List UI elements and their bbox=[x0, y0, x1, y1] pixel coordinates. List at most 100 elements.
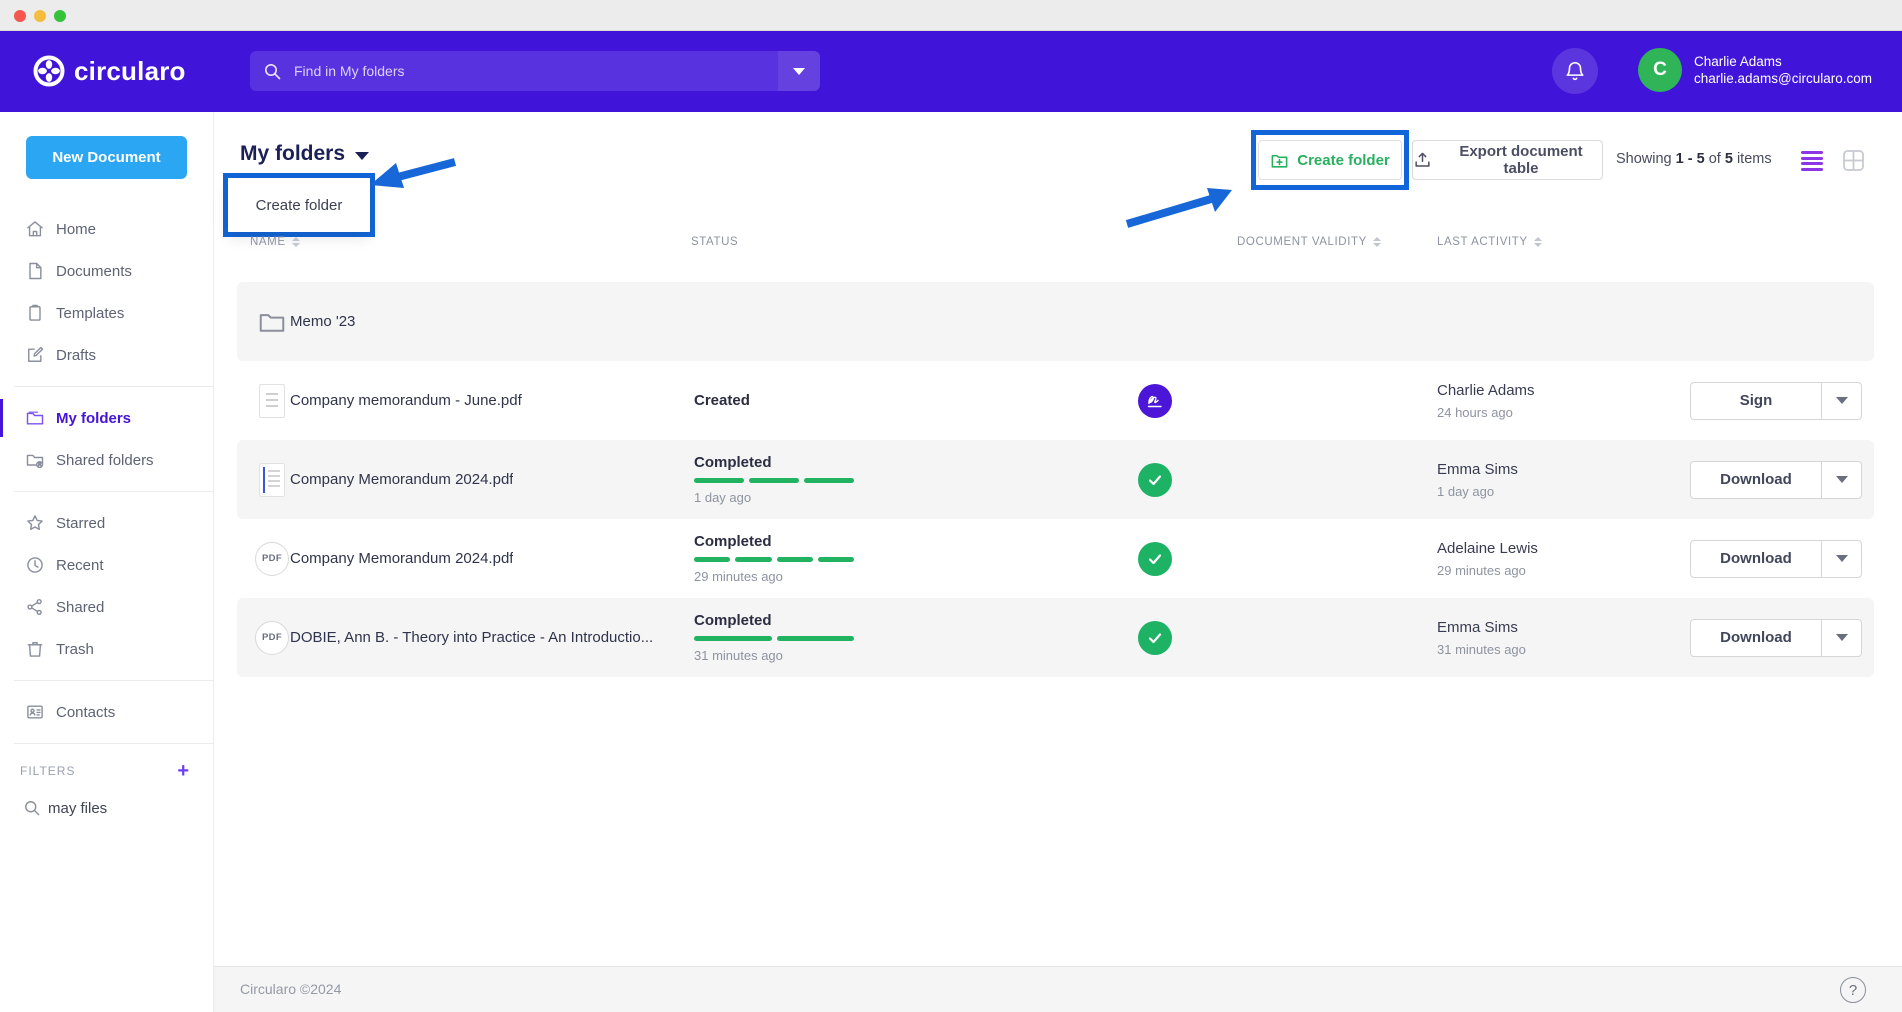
download-button[interactable]: Download bbox=[1690, 619, 1821, 657]
app-header: circularo Find in My folders C Charlie A… bbox=[0, 31, 1902, 112]
activity-time: 1 day ago bbox=[1437, 484, 1657, 499]
column-header-name[interactable]: NAME bbox=[250, 236, 300, 248]
circularo-logo[interactable]: circularo bbox=[33, 55, 186, 87]
chevron-down-icon bbox=[1836, 555, 1848, 562]
main-content: My folders Create folder Create folder bbox=[214, 112, 1902, 1012]
column-header-document-validity[interactable]: DOCUMENT VALIDITY bbox=[1237, 236, 1381, 248]
page-title: My folders bbox=[240, 142, 345, 166]
export-document-table-button[interactable]: Export document table bbox=[1412, 140, 1603, 180]
search-icon bbox=[22, 798, 42, 818]
create-folder-label: Create folder bbox=[1297, 152, 1390, 169]
sidebar-item-my-folders[interactable]: My folders bbox=[0, 397, 213, 439]
menu-item-create-folder[interactable]: Create folder bbox=[256, 197, 343, 214]
row-action: Sign bbox=[1690, 382, 1862, 420]
annotation-arrow bbox=[362, 152, 462, 200]
last-activity-cell: Adelaine Lewis29 minutes ago bbox=[1437, 519, 1657, 598]
chevron-down-icon bbox=[355, 152, 369, 160]
sidebar-nav: Home Documents TemplatesDrafts My folders Sh… bbox=[0, 208, 213, 828]
download-button[interactable]: Download bbox=[1690, 540, 1821, 578]
sidebar-item-trash[interactable]: Trash bbox=[0, 628, 213, 670]
new-document-button[interactable]: New Document bbox=[26, 136, 187, 179]
divider bbox=[14, 680, 213, 681]
status-label: Created bbox=[694, 392, 934, 409]
sidebar-item-recent[interactable]: Recent bbox=[0, 544, 213, 586]
sidebar-item-starred[interactable]: Starred bbox=[0, 502, 213, 544]
search-placeholder: Find in My folders bbox=[294, 63, 404, 79]
add-filter-button[interactable]: + bbox=[177, 761, 189, 781]
minimize-window-button[interactable] bbox=[34, 10, 46, 22]
activity-user: Charlie Adams bbox=[1437, 382, 1657, 399]
folder-row[interactable]: Memo '23 bbox=[237, 282, 1874, 361]
file-name[interactable]: Company Memorandum 2024.pdf bbox=[290, 440, 513, 519]
file-name[interactable]: Company memorandum - June.pdf bbox=[290, 361, 522, 440]
status-label: Completed bbox=[694, 454, 934, 471]
sidebar-item-contacts[interactable]: Contacts bbox=[0, 691, 213, 733]
create-folder-button[interactable]: Create folder bbox=[1258, 140, 1402, 180]
status-time: 31 minutes ago bbox=[694, 648, 934, 663]
sort-icon bbox=[1373, 237, 1381, 247]
search-scope-dropdown[interactable] bbox=[778, 51, 820, 91]
document-row[interactable]: Company Memorandum 2024.pdf Completed 1 da… bbox=[237, 440, 1874, 519]
user-avatar: C bbox=[1638, 48, 1682, 92]
list-view-toggle[interactable] bbox=[1800, 149, 1824, 173]
notifications-button[interactable] bbox=[1552, 48, 1598, 94]
file-name[interactable]: Company Memorandum 2024.pdf bbox=[290, 519, 513, 598]
status-cell: Completed 1 day ago bbox=[694, 440, 934, 519]
sidebar-item-label: Home bbox=[56, 221, 96, 238]
column-header-last-activity[interactable]: LAST ACTIVITY bbox=[1437, 236, 1542, 248]
document-row[interactable]: Company memorandum - June.pdf Created Char… bbox=[237, 361, 1874, 440]
download-button[interactable]: Download bbox=[1690, 461, 1821, 499]
showing-items-count: Showing 1 - 5 of 5 items bbox=[1616, 151, 1772, 167]
file-name[interactable]: DOBIE, Ann B. - Theory into Practice - A… bbox=[290, 598, 653, 677]
sidebar-item-home[interactable]: Home bbox=[0, 208, 213, 250]
sidebar-item-label: Contacts bbox=[56, 704, 115, 721]
copyright-text: Circularo ©2024 bbox=[240, 981, 341, 997]
global-search[interactable]: Find in My folders bbox=[250, 51, 820, 91]
user-email: charlie.adams@circularo.com bbox=[1694, 71, 1872, 86]
document-row[interactable]: PDFDOBIE, Ann B. - Theory into Practice … bbox=[237, 598, 1874, 677]
action-dropdown-caret[interactable] bbox=[1821, 461, 1862, 499]
close-window-button[interactable] bbox=[14, 10, 26, 22]
activity-user: Emma Sims bbox=[1437, 619, 1657, 636]
sidebar-item-label: Documents bbox=[56, 263, 132, 280]
action-dropdown-caret[interactable] bbox=[1821, 540, 1862, 578]
activity-user: Emma Sims bbox=[1437, 461, 1657, 478]
user-menu[interactable]: C Charlie Adams charlie.adams@circularo.… bbox=[1638, 48, 1902, 92]
status-cell: Completed 31 minutes ago bbox=[694, 598, 934, 677]
status-time: 1 day ago bbox=[694, 490, 934, 505]
saved-filter-item[interactable]: may files bbox=[0, 788, 213, 828]
signature-pending-badge bbox=[1138, 384, 1172, 418]
action-dropdown-caret[interactable] bbox=[1821, 382, 1862, 420]
sort-icon bbox=[292, 237, 300, 247]
folder-name[interactable]: Memo '23 bbox=[290, 282, 355, 361]
logo-text: circularo bbox=[74, 56, 186, 87]
action-dropdown-caret[interactable] bbox=[1821, 619, 1862, 657]
document-row[interactable]: PDFCompany Memorandum 2024.pdfCompleted2… bbox=[237, 519, 1874, 598]
help-button[interactable]: ? bbox=[1840, 977, 1866, 1003]
sidebar-item-drafts[interactable]: Drafts bbox=[0, 334, 213, 376]
annotation-arrow bbox=[1119, 184, 1244, 234]
document-table: Memo '23Company memorandum - June.pdf Cre… bbox=[237, 282, 1874, 677]
zoom-window-button[interactable] bbox=[54, 10, 66, 22]
last-activity-cell: Charlie Adams24 hours ago bbox=[1437, 361, 1657, 440]
sidebar-item-label: Shared folders bbox=[56, 452, 154, 469]
chevron-down-icon bbox=[793, 68, 805, 75]
activity-user: Adelaine Lewis bbox=[1437, 540, 1657, 557]
sidebar-item-templates[interactable]: Templates bbox=[0, 292, 213, 334]
document-validity-cell bbox=[1117, 361, 1193, 440]
sort-icon bbox=[1534, 237, 1542, 247]
status-label: Completed bbox=[694, 612, 934, 629]
completed-badge bbox=[1138, 463, 1172, 497]
sidebar-item-shared[interactable]: Shared bbox=[0, 586, 213, 628]
last-activity-cell: Emma Sims 31 minutes ago bbox=[1437, 598, 1657, 677]
sign-button[interactable]: Sign bbox=[1690, 382, 1821, 420]
sidebar-item-shared-folders[interactable]: Shared folders bbox=[0, 439, 213, 481]
activity-time: 31 minutes ago bbox=[1437, 642, 1657, 657]
folder-icon bbox=[24, 407, 46, 429]
status-label: Completed bbox=[694, 533, 934, 550]
grid-view-toggle[interactable] bbox=[1841, 148, 1866, 173]
chevron-down-icon bbox=[1836, 634, 1848, 641]
folder-title-dropdown[interactable]: My folders bbox=[240, 142, 369, 166]
sidebar-item-documents[interactable]: Documents bbox=[0, 250, 213, 292]
footer: Circularo ©2024 ? bbox=[214, 966, 1902, 1012]
